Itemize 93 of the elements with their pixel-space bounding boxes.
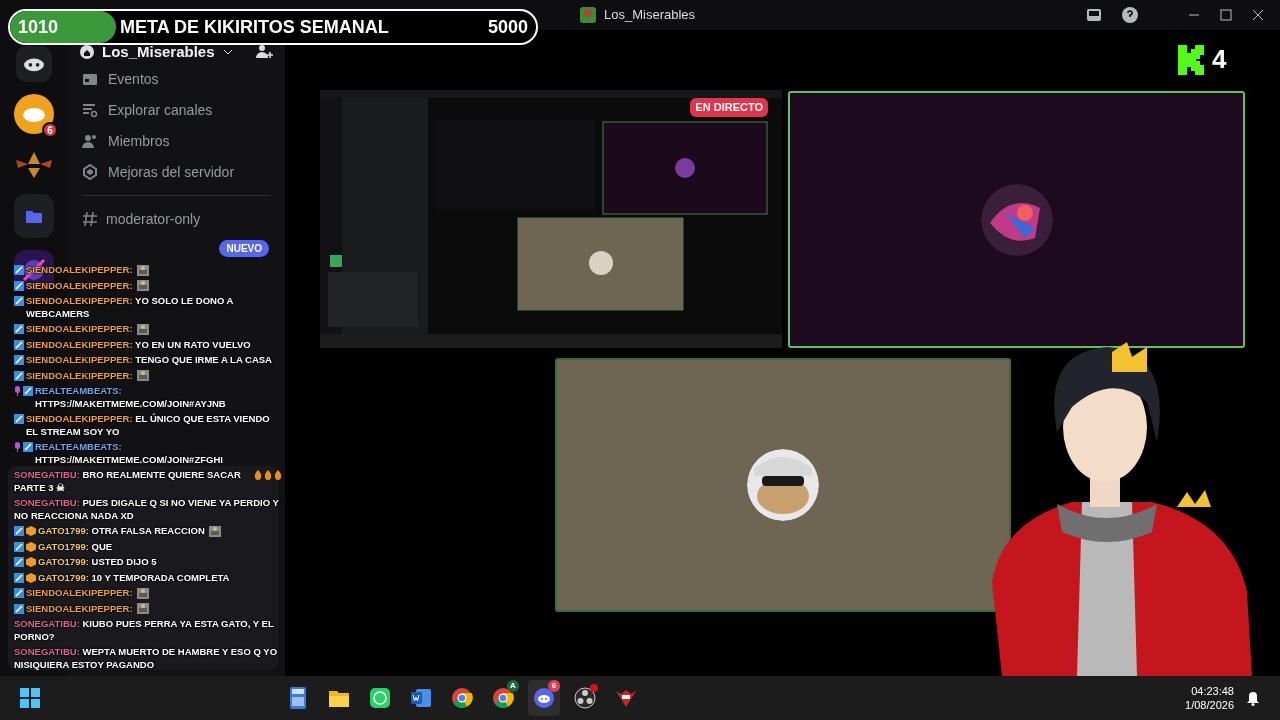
chat-message: SIENDOALEKIPEPPER: YO EN UN RATO VUELVO [26,338,251,351]
app-badge: A [507,680,519,692]
moderator-badge-icon [14,280,24,291]
inbox-icon[interactable] [1086,7,1102,23]
obs-icon [574,687,596,709]
chat-message: SONEGATIBU: BRO REALMENTE QUIERE SACAR PARTE 3 ☠ [14,469,242,494]
fire-icon [264,470,272,481]
chat-message: SIENDOALEKIPEPPER: [26,587,133,600]
chrome-icon [492,687,514,709]
boost-icon [82,164,98,180]
channel-hash-icon [82,211,98,227]
moderator-badge-icon [14,265,24,276]
chat-message: GATO1799: OTRA FALSA REACCION [38,525,205,538]
chat-message: SIENDOALEKIPEPPER: [26,369,133,382]
moderator-badge-icon [14,355,24,366]
chat-message: SIENDOALEKIPEPPER: [26,323,133,336]
word-icon [410,687,432,709]
server-icon[interactable] [14,94,54,134]
sidebar-item[interactable]: Miembros [108,130,170,152]
gift-badge-icon [26,541,36,552]
sidebar-item[interactable]: Eventos [108,68,159,90]
microphone-badge-icon [14,442,21,453]
server-name[interactable]: Los_Miserables [102,40,215,64]
moderator-badge-icon [23,442,33,453]
moderator-badge-icon [23,386,33,397]
moderator-badge-icon [14,541,24,552]
channel-name[interactable]: moderator-only [106,208,201,230]
window-title: Los_Miserables [604,6,696,25]
members-icon [82,133,98,149]
notification-bell-icon[interactable] [1246,690,1260,706]
server-icon [580,7,596,23]
taskbar-button[interactable]: 6 [528,680,560,716]
close-icon[interactable] [1252,9,1264,21]
chat-message: SIENDOALEKIPEPPER: YO SOLO LE DONO A WEBCAMERS [26,295,235,320]
gift-badge-icon [26,557,36,568]
notification-badge: 6 [42,122,58,138]
chat-message: REALTEAMBEATS: HTTPS://MAKEITMEME.COM/JOIN#AYJNB [35,385,227,410]
video-tile[interactable] [788,91,1245,348]
chat-message: SIENDOALEKIPEPPER: [26,279,133,292]
fire-icon [254,470,262,481]
clock[interactable]: 04:23:48 [1191,684,1234,698]
taskbar-button[interactable]: A [487,680,519,716]
add-member-icon[interactable] [255,44,273,60]
calendar-icon [82,71,98,87]
moderator-badge-icon [14,324,24,335]
app-badge: 6 [548,680,560,692]
moderator-badge-icon [14,603,24,614]
moderator-badge-icon [14,526,24,537]
gift-badge-icon [26,526,36,537]
goal-title: META DE KIKIRITOS SEMANAL [120,15,390,39]
viewer-count: 4 [1212,43,1227,76]
chat-message: GATO1799: 10 Y TEMPORADA COMPLETA [38,571,230,584]
microphone-badge-icon [14,386,21,397]
chat-message: SONEGATIBU: PUES DIGALE Q SI NO VIENE YA PERDIO Y NO REACCIONA NADA XD [14,497,280,522]
gift-badge-icon [26,572,36,583]
sidebar-item[interactable]: Explorar canales [108,99,213,121]
list-search-icon [82,102,98,118]
fire-icon [274,470,282,481]
moderator-badge-icon [14,370,24,381]
new-badge: NUEVO [219,240,269,257]
chat-message: SIENDOALEKIPEPPER: TENGO QUE IRME A LA CASA [26,354,272,367]
chat-message: REALTEAMBEATS: HTTPS://MAKEITMEME.COM/JOIN#ZFGHI [35,441,224,466]
chevron-icon[interactable] [222,49,233,55]
moderator-badge-icon [14,339,24,350]
help-icon[interactable] [1122,7,1138,23]
moderator-badge-icon [14,588,24,599]
chat-message: SIENDOALEKIPEPPER: [26,602,133,615]
calculator-icon [287,687,309,709]
live-badge: EN DIRECTO [690,98,768,117]
chat-message: SONEGATIBU: KIUBO PUES PERRA YA ESTA GATO, Y EL PORNO? [14,618,275,643]
moderator-badge-icon [14,296,24,307]
discord-icon [533,687,555,709]
sidebar-item[interactable]: Mejoras del servidor [108,161,235,183]
date[interactable]: 1/08/2026 [1185,698,1234,712]
chrome-icon [451,687,473,709]
goal-target: 5000 [487,15,528,39]
whatsapp-icon [369,687,391,709]
chat-message: SONEGATIBU: WEPTA MUERTO DE HAMBRE Y ESO Q YO NISIQUIERA ESTOY PAGANDO [14,646,279,671]
moderator-badge-icon [14,572,24,583]
goal-current: 1010 [18,15,60,39]
kick-logo-icon [1178,44,1204,75]
folder-icon[interactable] [26,209,42,223]
shield-icon [615,687,637,709]
video-tile[interactable] [555,358,1011,612]
maximize-icon[interactable] [1220,9,1232,21]
chat-message: SIENDOALEKIPEPPER: EL ÚNICO QUE ESTA VIENDO EL STREAM SOY YO [26,413,271,438]
home-icon [80,45,94,59]
start-icon[interactable] [20,688,40,708]
discord-icon[interactable] [16,46,52,82]
chat-message: GATO1799: QUE [38,540,113,553]
chat-message: GATO1799: USTED DIJO 5 [38,556,157,569]
moderator-badge-icon [14,557,24,568]
moderator-badge-icon [14,414,24,425]
